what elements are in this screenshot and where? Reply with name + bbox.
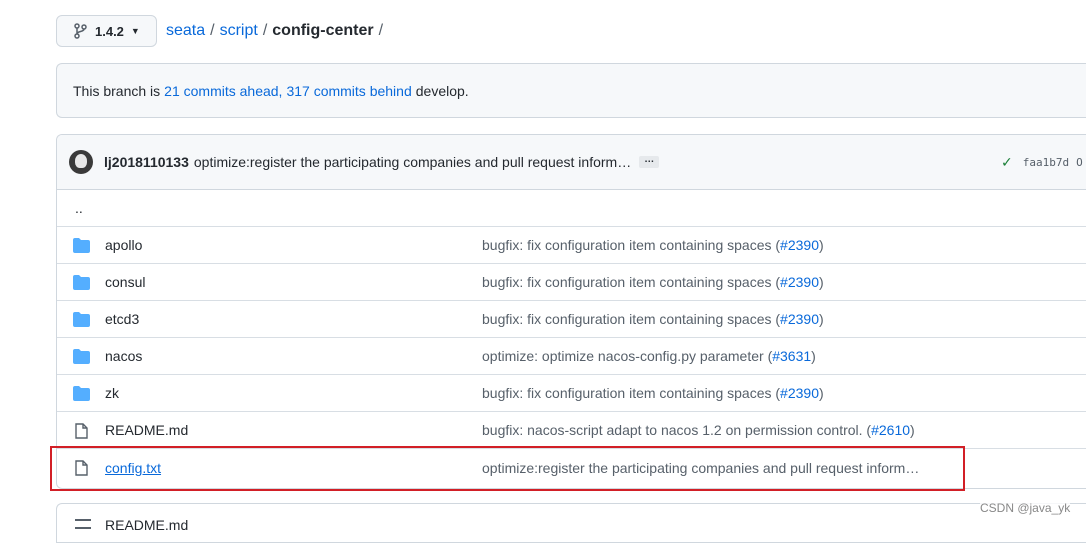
commit-message-text[interactable]: bugfix: fix configuration item containin… [482,385,780,401]
commit-message-close: ) [818,237,824,253]
file-row[interactable]: consul bugfix: fix configuration item con… [57,264,1086,301]
last-commit-message[interactable]: optimize:register the participating comp… [482,460,919,476]
file-name-link[interactable]: nacos [105,348,142,364]
pull-request-link[interactable]: #2610 [871,422,910,438]
file-name-link[interactable]: consul [105,274,145,290]
folder-icon [73,349,90,364]
file-row[interactable]: nacos optimize: optimize nacos-config.py … [57,338,1086,375]
notice-suffix: develop. [415,82,469,99]
breadcrumb-separator: / [262,22,268,39]
file-icon [73,423,90,439]
breadcrumb: seata / script / config-center / [166,22,388,40]
commit-message[interactable]: optimize:register the participating comp… [194,154,631,170]
file-row[interactable]: zk bugfix: fix configuration item contain… [57,375,1086,412]
folder-icon [73,386,90,401]
breadcrumb-repo-link[interactable]: seata [166,22,205,40]
commit-message-close: ) [818,311,824,327]
commits-behind-link[interactable]: 317 commits behind [286,83,411,99]
top-bar: 1.4.2 ▼ seata / script / config-center / [56,15,388,47]
parent-directory-link[interactable]: .. [75,200,83,216]
commit-message-close: ) [818,385,824,401]
branch-status-notice: This branch is 21 commits ahead, 317 com… [56,63,1086,118]
last-commit-message[interactable]: bugfix: fix configuration item containin… [482,311,824,327]
file-row[interactable]: README.md bugfix: nacos-script adapt to n… [57,412,1086,449]
breadcrumb-current: config-center [272,22,374,39]
readme-title: README.md [105,517,189,533]
expand-commit-button[interactable]: … [639,155,660,168]
parent-directory-row[interactable]: .. [57,190,1086,227]
breadcrumb-separator: / [378,22,384,39]
file-row[interactable]: config.txt optimize:register the particip… [57,449,1086,486]
last-commit-message[interactable]: optimize: optimize nacos-config.py param… [482,348,816,364]
commit-message-close: ) [910,422,915,438]
commit-status: ✓ faa1b7d O [1001,154,1083,171]
folder-icon [73,312,90,327]
file-row[interactable]: etcd3 bugfix: fix configuration item cont… [57,301,1086,338]
commit-message-text[interactable]: optimize: optimize nacos-config.py param… [482,348,772,364]
commit-message-close: ) [818,274,824,290]
pull-request-link[interactable]: #2390 [780,237,819,253]
last-commit-message[interactable]: bugfix: fix configuration item containin… [482,385,824,401]
avatar[interactable] [69,150,93,174]
commit-message-text[interactable]: optimize:register the participating comp… [482,460,919,476]
commit-sha-tail: O [1076,155,1083,169]
branch-name: 1.4.2 [95,23,124,39]
readme-panel: README.md [56,503,1086,543]
pull-request-link[interactable]: #2390 [780,385,819,401]
folder-icon [73,238,90,253]
latest-commit-bar: lj2018110133 optimize:register the parti… [57,135,1086,190]
last-commit-message[interactable]: bugfix: nacos-script adapt to nacos 1.2 … [482,422,915,438]
commit-message-text[interactable]: bugfix: fix configuration item containin… [482,311,780,327]
branch-select-button[interactable]: 1.4.2 ▼ [56,15,157,47]
file-name-link[interactable]: config.txt [105,460,161,476]
last-commit-message[interactable]: bugfix: fix configuration item containin… [482,237,824,253]
pull-request-link[interactable]: #2390 [780,311,819,327]
commit-author[interactable]: lj2018110133 [104,154,189,170]
file-name-link[interactable]: zk [105,385,119,401]
watermark: CSDN @java_yk [980,501,1071,515]
pull-request-link[interactable]: #3631 [772,348,811,364]
last-commit-message[interactable]: bugfix: fix configuration item containin… [482,274,824,290]
commits-ahead-link[interactable]: 21 commits ahead, [164,83,282,99]
file-name-link[interactable]: etcd3 [105,311,139,327]
breadcrumb-folder-link[interactable]: script [220,22,258,40]
commit-sha[interactable]: faa1b7d [1023,156,1069,169]
breadcrumb-separator: / [210,22,215,39]
commit-message-close: ) [811,348,816,364]
caret-down-icon: ▼ [130,26,140,36]
file-name-link[interactable]: apollo [105,237,142,253]
file-row[interactable]: apollo bugfix: fix configuration item con… [57,227,1086,264]
check-icon[interactable]: ✓ [1001,154,1013,171]
file-name-link[interactable]: README.md [105,422,188,438]
list-icon[interactable] [75,519,91,529]
commit-message-text[interactable]: bugfix: fix configuration item containin… [482,237,780,253]
file-icon [73,460,90,476]
commit-message-text[interactable]: bugfix: fix configuration item containin… [482,274,780,290]
git-branch-icon [74,23,87,39]
folder-icon [73,275,90,290]
notice-prefix: This branch is [73,82,161,99]
commit-message-text[interactable]: bugfix: nacos-script adapt to nacos 1.2 … [482,422,871,438]
pull-request-link[interactable]: #2390 [780,274,819,290]
file-list: lj2018110133 optimize:register the parti… [56,134,1086,489]
